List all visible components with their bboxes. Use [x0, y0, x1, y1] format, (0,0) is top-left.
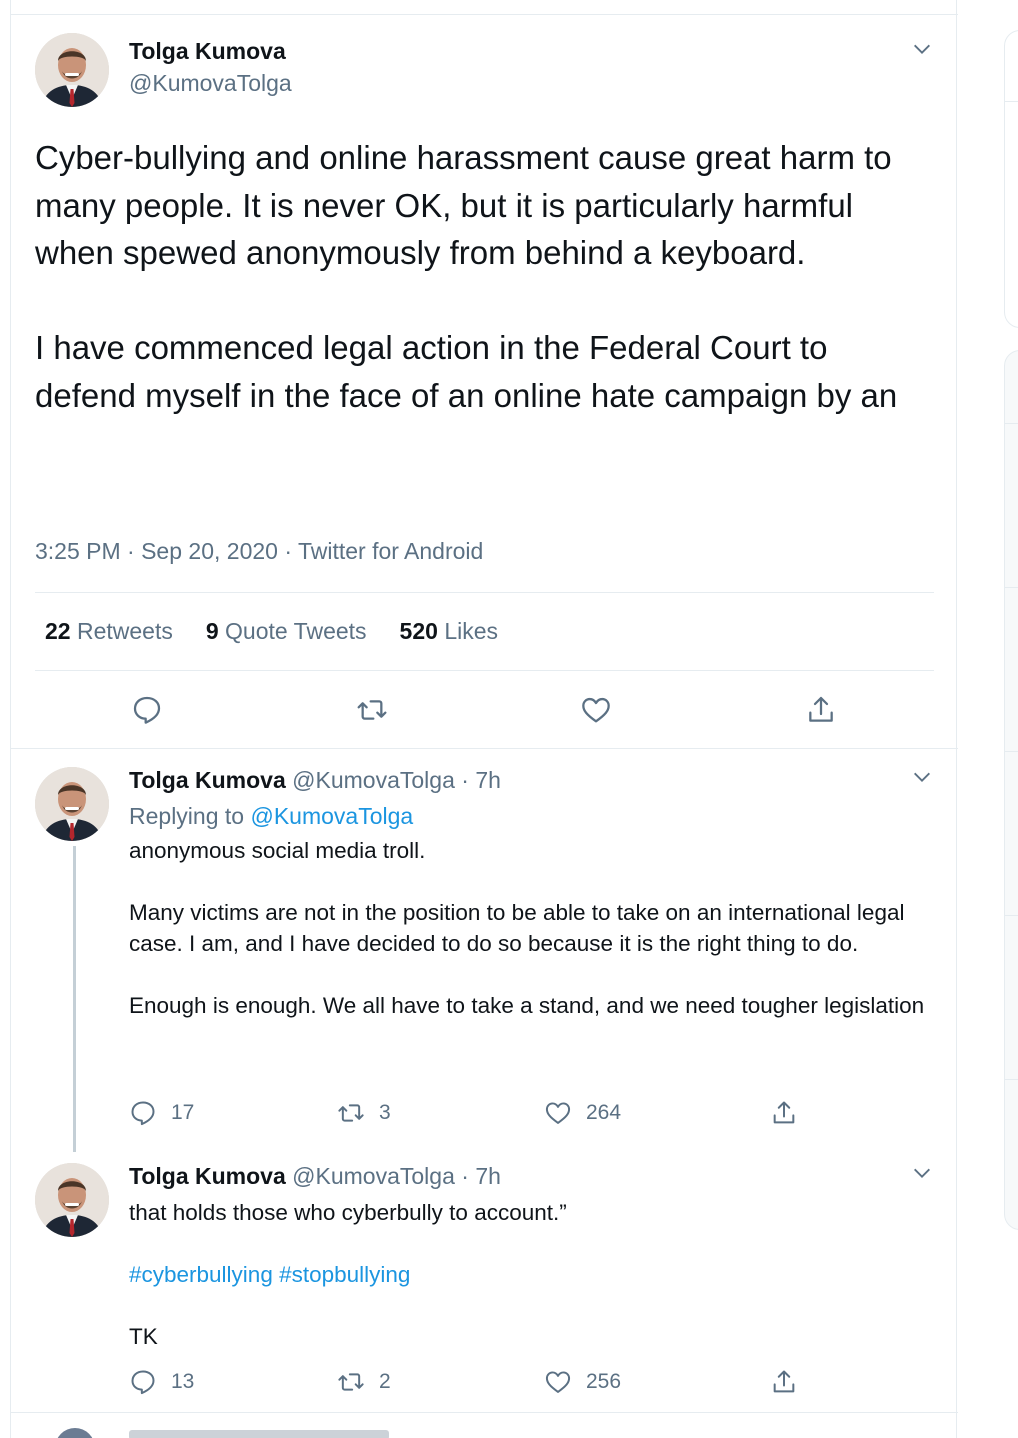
author-name[interactable]: Tolga Kumova — [129, 1163, 286, 1189]
author-name[interactable]: Tolga Kumova — [129, 38, 286, 65]
reply-text: anonymous social media troll. Many victi… — [129, 838, 925, 1018]
top-divider — [11, 14, 958, 15]
sidebar-panel-top — [1004, 30, 1018, 328]
retweet-icon — [338, 1373, 364, 1391]
timestamp[interactable]: · 7h — [461, 767, 501, 793]
like-button[interactable]: 256 — [544, 1368, 621, 1396]
share-icon — [773, 1101, 795, 1124]
avatar[interactable] — [55, 1428, 95, 1438]
chevron-down-icon[interactable] — [911, 766, 933, 788]
tweet-meta[interactable]: 3:25 PM · Sep 20, 2020 · Twitter for And… — [35, 538, 483, 565]
divider — [11, 1412, 958, 1413]
avatar[interactable] — [35, 767, 109, 841]
signoff: TK — [129, 1324, 158, 1349]
avatar[interactable] — [35, 33, 109, 107]
divider — [11, 748, 958, 749]
like-count: 264 — [586, 1101, 622, 1124]
share-button[interactable] — [770, 1099, 798, 1127]
like-count: 256 — [586, 1370, 622, 1393]
retweet-icon[interactable] — [356, 694, 388, 726]
share-icon — [773, 1370, 795, 1393]
like-icon[interactable] — [580, 694, 612, 726]
retweet-button[interactable]: 3 — [337, 1099, 391, 1127]
thread-line — [73, 846, 76, 1152]
retweets-stat[interactable]: 22 Retweets — [45, 618, 173, 645]
mention-link[interactable]: @KumovaTolga — [250, 803, 413, 829]
retweet-count: 2 — [379, 1370, 391, 1393]
hashtags[interactable]: #cyberbullying #stopbullying — [129, 1259, 929, 1290]
reply-count: 17 — [171, 1101, 195, 1124]
reply-header: Tolga Kumova @KumovaTolga · 7h — [129, 1163, 501, 1190]
like-icon — [545, 1102, 571, 1124]
retweet-button[interactable]: 2 — [337, 1368, 391, 1396]
reply-button[interactable]: 13 — [129, 1368, 194, 1396]
tweet-stats: 22 Retweets 9 Quote Tweets 520 Likes — [45, 618, 498, 645]
timestamp[interactable]: · 7h — [461, 1163, 501, 1189]
replying-to: Replying to @KumovaTolga — [129, 803, 414, 829]
tweet-text: Cyber-bullying and online harassment cau… — [35, 139, 898, 414]
reply-count: 13 — [171, 1370, 195, 1393]
divider — [35, 592, 934, 593]
author-handle[interactable]: @KumovaTolga — [292, 1163, 455, 1189]
reply-button[interactable]: 17 — [129, 1099, 194, 1127]
like-icon — [545, 1371, 571, 1393]
share-icon[interactable] — [805, 694, 837, 726]
author-name-placeholder — [129, 1430, 389, 1438]
reply-icon[interactable] — [131, 694, 163, 726]
retweet-icon — [338, 1104, 364, 1122]
quote-tweets-stat[interactable]: 9 Quote Tweets — [206, 618, 367, 645]
timeline-column: Tolga Kumova @KumovaTolga Cyber-bullying… — [10, 0, 958, 1438]
likes-stat[interactable]: 520 Likes — [400, 618, 498, 645]
avatar[interactable] — [35, 1163, 109, 1237]
like-button[interactable]: 264 — [544, 1099, 621, 1127]
reply-icon — [131, 1370, 155, 1395]
author-handle[interactable]: @KumovaTolga — [129, 70, 292, 97]
divider — [35, 670, 934, 671]
chevron-down-icon[interactable] — [911, 38, 933, 60]
author-name[interactable]: Tolga Kumova — [129, 767, 286, 793]
reply-header: Tolga Kumova @KumovaTolga · 7h — [129, 767, 501, 794]
reply-text: that holds those who cyberbully to accou… — [129, 1200, 567, 1225]
sidebar-panel-bottom — [1004, 350, 1018, 1230]
author-handle[interactable]: @KumovaTolga — [292, 767, 455, 793]
retweet-count: 3 — [379, 1101, 391, 1124]
share-button[interactable] — [770, 1368, 798, 1396]
chevron-down-icon[interactable] — [911, 1162, 933, 1184]
reply-icon — [131, 1101, 155, 1126]
